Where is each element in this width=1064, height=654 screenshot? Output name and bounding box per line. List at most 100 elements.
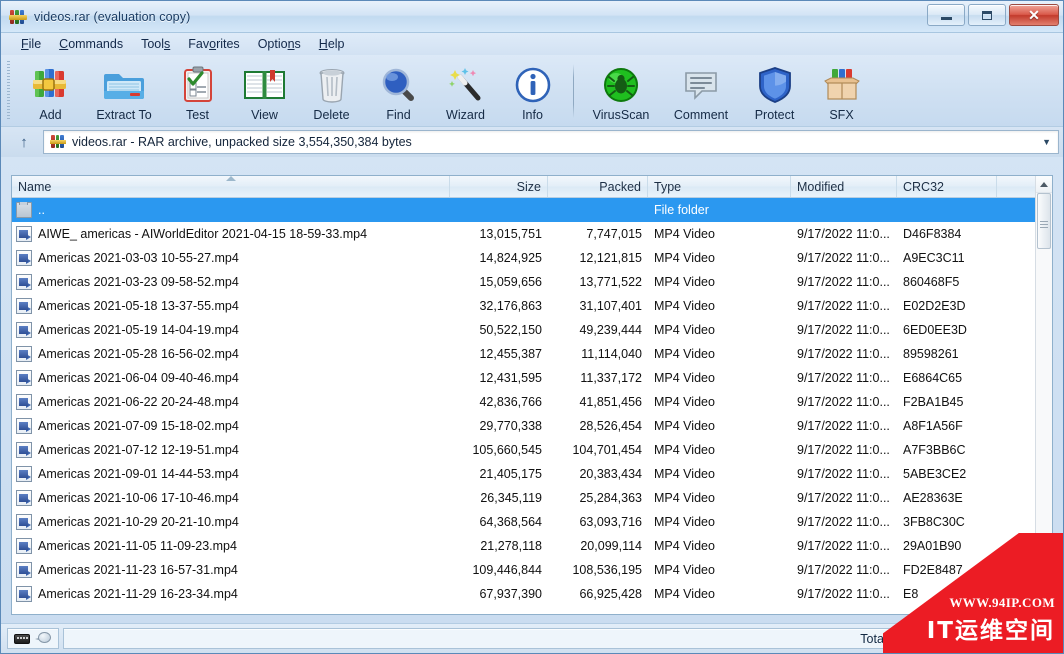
scrollbar-thumb[interactable] — [1037, 193, 1051, 249]
toolbar-label: SFX — [829, 108, 854, 122]
scrollbar-track[interactable] — [1036, 193, 1052, 614]
archive-path-text: videos.rar - RAR archive, unpacked size … — [72, 135, 412, 149]
cell-packed: 13,771,522 — [579, 275, 642, 289]
mp4-file-icon — [16, 322, 32, 338]
table-row[interactable]: Americas 2021-11-23 16-57-31.mp4 109,446,… — [12, 558, 1052, 582]
toolbar-label: View — [251, 108, 278, 122]
table-row[interactable]: AIWE_ americas - AIWorldEditor 2021-04-1… — [12, 222, 1052, 246]
cell-size: 13,015,751 — [479, 227, 542, 241]
cell-name: Americas 2021-11-23 16-57-31.mp4 — [12, 562, 450, 578]
table-row[interactable]: Americas 2021-06-04 09-40-46.mp4 12,431,5… — [12, 366, 1052, 390]
column-header-type[interactable]: Type — [648, 176, 791, 197]
table-row[interactable]: Americas 2021-03-23 09-58-52.mp4 15,059,6… — [12, 270, 1052, 294]
mp4-file-icon — [16, 514, 32, 530]
column-header-packed[interactable]: Packed — [548, 176, 648, 197]
toolbar-label: Find — [386, 108, 411, 122]
cell-type: MP4 Video — [654, 419, 715, 433]
table-row[interactable]: Americas 2021-05-18 13-37-55.mp4 32,176,8… — [12, 294, 1052, 318]
mp4-file-icon — [16, 274, 32, 290]
cell-modified: 9/17/2022 11:0... — [797, 371, 890, 385]
scroll-up-button[interactable] — [1036, 176, 1052, 193]
up-one-level-button[interactable]: ↑ — [11, 130, 37, 154]
cell-crc32: AE28363E — [903, 491, 963, 505]
column-header-crc32[interactable]: CRC32 — [897, 176, 997, 197]
table-row[interactable]: Americas 2021-05-19 14-04-19.mp4 50,522,1… — [12, 318, 1052, 342]
cell-packed: 20,099,114 — [580, 539, 642, 553]
toolbar-button-test[interactable]: Test — [164, 60, 231, 122]
table-row[interactable]: .. File folder — [12, 198, 1052, 222]
cell-size: 109,446,844 — [472, 563, 542, 577]
archive-path-combobox[interactable]: videos.rar - RAR archive, unpacked size … — [43, 130, 1059, 154]
cell-type: MP4 Video — [654, 395, 715, 409]
file-name-text: Americas 2021-03-03 10-55-27.mp4 — [38, 251, 239, 265]
toolbar-button-add[interactable]: Add — [17, 60, 84, 122]
table-row[interactable]: Americas 2021-07-09 15-18-02.mp4 29,770,3… — [12, 414, 1052, 438]
cell-size: 67,937,390 — [479, 587, 542, 601]
cell-modified: 9/17/2022 11:0... — [797, 539, 890, 553]
menu-mnemonic: H — [318, 37, 328, 51]
chevron-up-icon — [1040, 181, 1048, 187]
table-row[interactable]: Americas 2021-05-28 16-56-02.mp4 12,455,3… — [12, 342, 1052, 366]
column-header-modified[interactable]: Modified — [791, 176, 897, 197]
table-row[interactable]: Americas 2021-09-01 14-44-53.mp4 21,405,1… — [12, 462, 1052, 486]
toolbar-button-extract-to[interactable]: Extract To — [84, 60, 164, 122]
toolbar-button-delete[interactable]: Delete — [298, 60, 365, 122]
toolbar-label: Extract To — [96, 108, 152, 122]
menu-item-tools[interactable]: Tools — [133, 35, 178, 53]
menu-item-options[interactable]: Options — [250, 35, 309, 53]
comment-balloon-icon — [681, 63, 721, 107]
table-row[interactable]: Americas 2021-06-22 20-24-48.mp4 42,836,7… — [12, 390, 1052, 414]
maximize-button[interactable] — [968, 4, 1006, 26]
table-row[interactable]: Americas 2021-11-05 11-09-23.mp4 21,278,1… — [12, 534, 1052, 558]
toolbar-button-comment[interactable]: Comment — [661, 60, 741, 122]
status-icons-panel — [7, 628, 59, 649]
toolbar-label: Delete — [313, 108, 350, 122]
cell-modified: 9/17/2022 11:0... — [797, 587, 890, 601]
toolbar-button-info[interactable]: Info — [499, 60, 566, 122]
cell-name: Americas 2021-03-03 10-55-27.mp4 — [12, 250, 450, 266]
cell-size: 50,522,150 — [479, 323, 542, 337]
cell-size: 32,176,863 — [479, 299, 542, 313]
chevron-down-icon[interactable]: ▼ — [1042, 137, 1054, 147]
toolbar-button-view[interactable]: View — [231, 60, 298, 122]
sfx-box-icon — [821, 63, 863, 107]
toolbar-separator — [573, 64, 574, 118]
cell-crc32: A9EC3C11 — [903, 251, 965, 265]
cell-modified: 9/17/2022 11:0... — [797, 299, 890, 313]
title-bar: videos.rar (evaluation copy) ✕ — [1, 1, 1063, 33]
table-row[interactable]: Americas 2021-03-03 10-55-27.mp4 14,824,9… — [12, 246, 1052, 270]
toolbar-grip[interactable] — [7, 61, 10, 121]
extract-folder-icon — [103, 63, 145, 107]
minimize-button[interactable] — [927, 4, 965, 26]
mp4-file-icon — [16, 490, 32, 506]
toolbar-button-wizard[interactable]: Wizard — [432, 60, 499, 122]
vertical-scrollbar[interactable] — [1035, 176, 1052, 614]
cell-crc32: A8F1A56F — [903, 419, 963, 433]
close-icon: ✕ — [1028, 7, 1040, 23]
cell-name: Americas 2021-11-29 16-23-34.mp4 — [12, 586, 450, 602]
column-header-label: Name — [18, 179, 52, 194]
file-name-text: Americas 2021-10-29 20-21-10.mp4 — [38, 515, 239, 529]
toolbar-button-protect[interactable]: Protect — [741, 60, 808, 122]
menu-mnemonic: n — [287, 37, 295, 51]
cell-modified: 9/17/2022 11:0... — [797, 563, 890, 577]
toolbar-button-find[interactable]: Find — [365, 60, 432, 122]
table-row[interactable]: Americas 2021-07-12 12-19-51.mp4 105,660,… — [12, 438, 1052, 462]
toolbar-label: Comment — [673, 108, 729, 122]
table-row[interactable]: Americas 2021-10-06 17-10-46.mp4 26,345,1… — [12, 486, 1052, 510]
column-header-size[interactable]: Size — [450, 176, 548, 197]
mp4-file-icon — [16, 442, 32, 458]
menu-item-favorites[interactable]: Favorites — [180, 35, 247, 53]
column-header-label: Type — [654, 179, 682, 194]
toolbar-button-sfx[interactable]: SFX — [808, 60, 875, 122]
table-row[interactable]: Americas 2021-10-29 20-21-10.mp4 64,368,5… — [12, 510, 1052, 534]
menu-item-help[interactable]: Help — [311, 35, 353, 53]
mp4-file-icon — [16, 370, 32, 386]
column-header-name[interactable]: Name — [12, 176, 450, 197]
delete-trash-icon — [314, 63, 350, 107]
menu-item-commands[interactable]: Commands — [51, 35, 131, 53]
close-button[interactable]: ✕ — [1009, 4, 1059, 26]
menu-item-file[interactable]: File — [13, 35, 49, 53]
table-row[interactable]: Americas 2021-11-29 16-23-34.mp4 67,937,3… — [12, 582, 1052, 606]
toolbar-button-virusscan[interactable]: VirusScan — [581, 60, 661, 122]
